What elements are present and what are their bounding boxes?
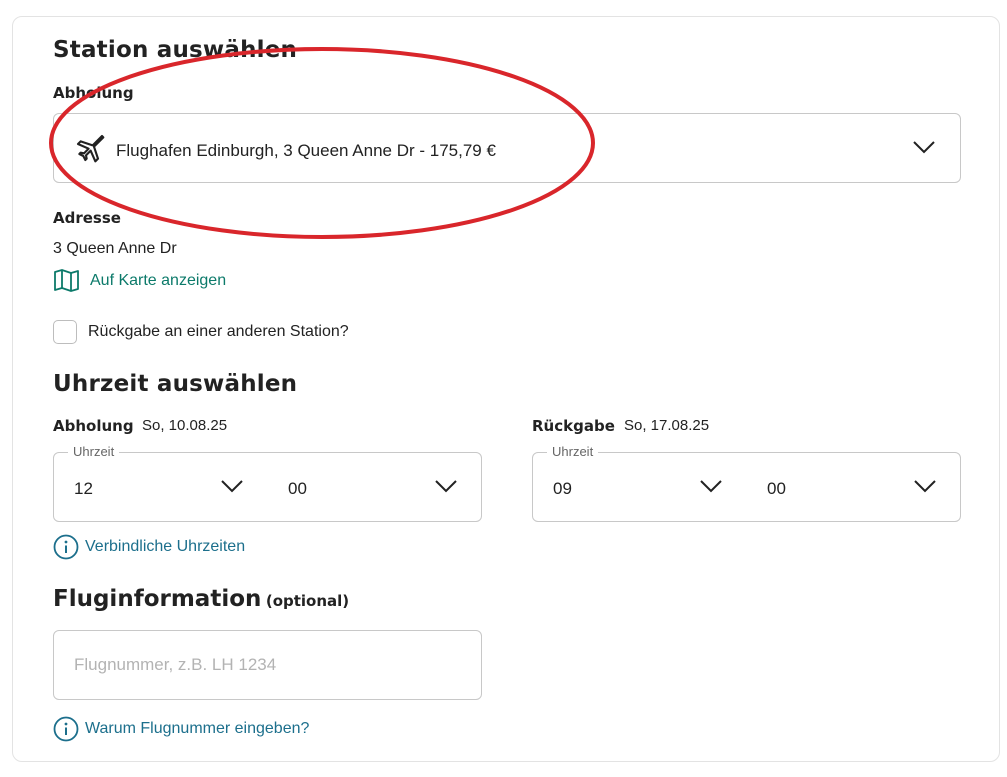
binding-times-link[interactable]: Verbindliche Uhrzeiten [53, 534, 313, 560]
return-date: So, 17.08.25 [624, 417, 710, 434]
pickup-time-select[interactable]: Uhrzeit 12 00 [53, 444, 482, 522]
why-flight-number-label: Warum Flugnummer eingeben? [85, 720, 310, 737]
station-select[interactable]: Flughafen Edinburgh, 3 Queen Anne Dr - 1… [53, 113, 961, 183]
return-time-select[interactable]: Uhrzeit 09 00 [532, 444, 961, 522]
why-flight-number-link[interactable]: Warum Flugnummer eingeben? [53, 716, 333, 742]
return-other-station-checkbox[interactable] [53, 320, 77, 344]
info-icon [53, 534, 79, 565]
address-label: Adresse [53, 209, 121, 227]
pickup-time-label: Abholung [53, 417, 134, 435]
return-time-label: Rückgabe [532, 417, 615, 435]
chevron-down-icon[interactable] [220, 479, 244, 498]
map-icon [53, 268, 80, 297]
time-section-title: Uhrzeit auswählen [53, 371, 298, 397]
station-section-title: Station auswählen [53, 37, 298, 63]
return-minute-value[interactable]: 00 [767, 479, 786, 499]
pickup-minute-value[interactable]: 00 [288, 479, 307, 499]
pickup-date: So, 10.08.25 [142, 417, 228, 434]
pickup-label: Abholung [53, 84, 134, 102]
chevron-down-icon [912, 140, 936, 159]
flight-optional: (optional) [265, 592, 350, 610]
return-other-station-label[interactable]: Rückgabe an einer anderen Station? [88, 323, 349, 341]
flight-section-title: Fluginformation (optional) [53, 586, 349, 612]
address-value: 3 Queen Anne Dr [53, 240, 177, 257]
flight-title: Fluginformation [53, 586, 262, 612]
flight-number-input[interactable] [53, 630, 482, 700]
selected-station-text: Flughafen Edinburgh, 3 Queen Anne Dr - 1… [116, 141, 496, 160]
chevron-down-icon[interactable] [913, 479, 937, 498]
binding-times-label: Verbindliche Uhrzeiten [85, 538, 246, 555]
return-time-legend: Uhrzeit [547, 444, 599, 459]
pickup-hour-value[interactable]: 12 [74, 479, 93, 499]
airplane-icon [74, 132, 106, 169]
chevron-down-icon[interactable] [699, 479, 723, 498]
return-hour-value[interactable]: 09 [553, 479, 572, 499]
pickup-time-legend: Uhrzeit [68, 444, 120, 459]
info-icon [53, 716, 79, 747]
chevron-down-icon[interactable] [434, 479, 458, 498]
map-link-label: Auf Karte anzeigen [90, 272, 227, 289]
